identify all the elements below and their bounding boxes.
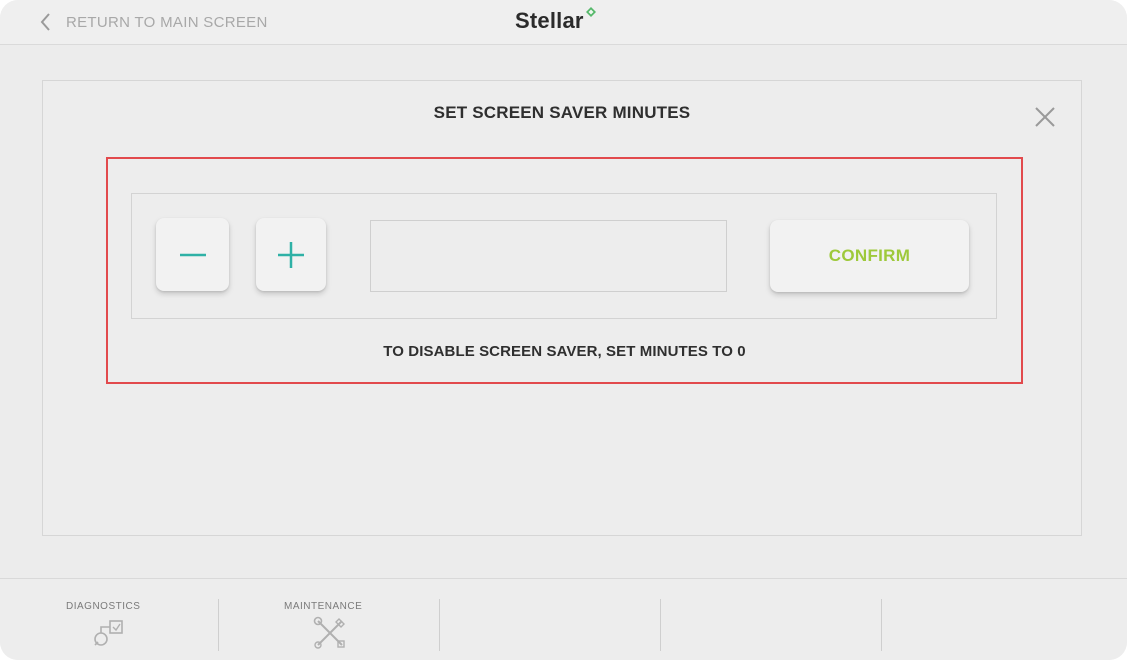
leaf-icon — [585, 7, 596, 17]
return-to-main-button[interactable]: RETURN TO MAIN SCREEN — [38, 10, 268, 34]
diagnostics-icon — [94, 620, 123, 646]
nav-item-empty[interactable] — [661, 579, 881, 660]
minus-icon — [179, 253, 206, 256]
top-bar: RETURN TO MAIN SCREEN Stellar — [0, 0, 1127, 45]
increment-button[interactable] — [256, 218, 326, 291]
confirm-button[interactable]: CONFIRM — [770, 220, 969, 292]
brand-logo: Stellar — [515, 7, 597, 34]
close-icon[interactable] — [1033, 105, 1057, 129]
nav-label-diagnostics: DIAGNOSTICS — [66, 601, 141, 612]
nav-label-maintenance: MAINTENANCE — [284, 601, 363, 612]
nav-item-maintenance[interactable]: MAINTENANCE — [219, 579, 439, 660]
return-to-main-label: RETURN TO MAIN SCREEN — [66, 13, 268, 31]
bottom-nav: DIAGNOSTICS MAINTENANCE — [0, 578, 1127, 660]
minutes-control-row: CONFIRM — [131, 193, 997, 319]
nav-item-empty[interactable] — [882, 579, 1127, 660]
disable-hint: TO DISABLE SCREEN SAVER, SET MINUTES TO … — [383, 343, 746, 360]
highlight-frame: CONFIRM TO DISABLE SCREEN SAVER, SET MIN… — [106, 157, 1023, 384]
dialog-title: SET SCREEN SAVER MINUTES — [433, 103, 691, 122]
brand-name: Stellar — [515, 8, 584, 33]
plus-icon — [278, 241, 304, 268]
tools-icon — [313, 616, 345, 649]
decrement-button[interactable] — [156, 218, 229, 291]
app-screen: RETURN TO MAIN SCREEN Stellar SET SCREEN… — [0, 0, 1127, 660]
screen-saver-dialog: SET SCREEN SAVER MINUTES CONFIRM TO DISA… — [42, 80, 1082, 536]
chevron-left-icon — [40, 13, 50, 31]
nav-item-empty[interactable] — [440, 579, 660, 660]
nav-item-diagnostics[interactable]: DIAGNOSTICS — [0, 579, 218, 660]
minutes-input[interactable] — [370, 220, 727, 292]
